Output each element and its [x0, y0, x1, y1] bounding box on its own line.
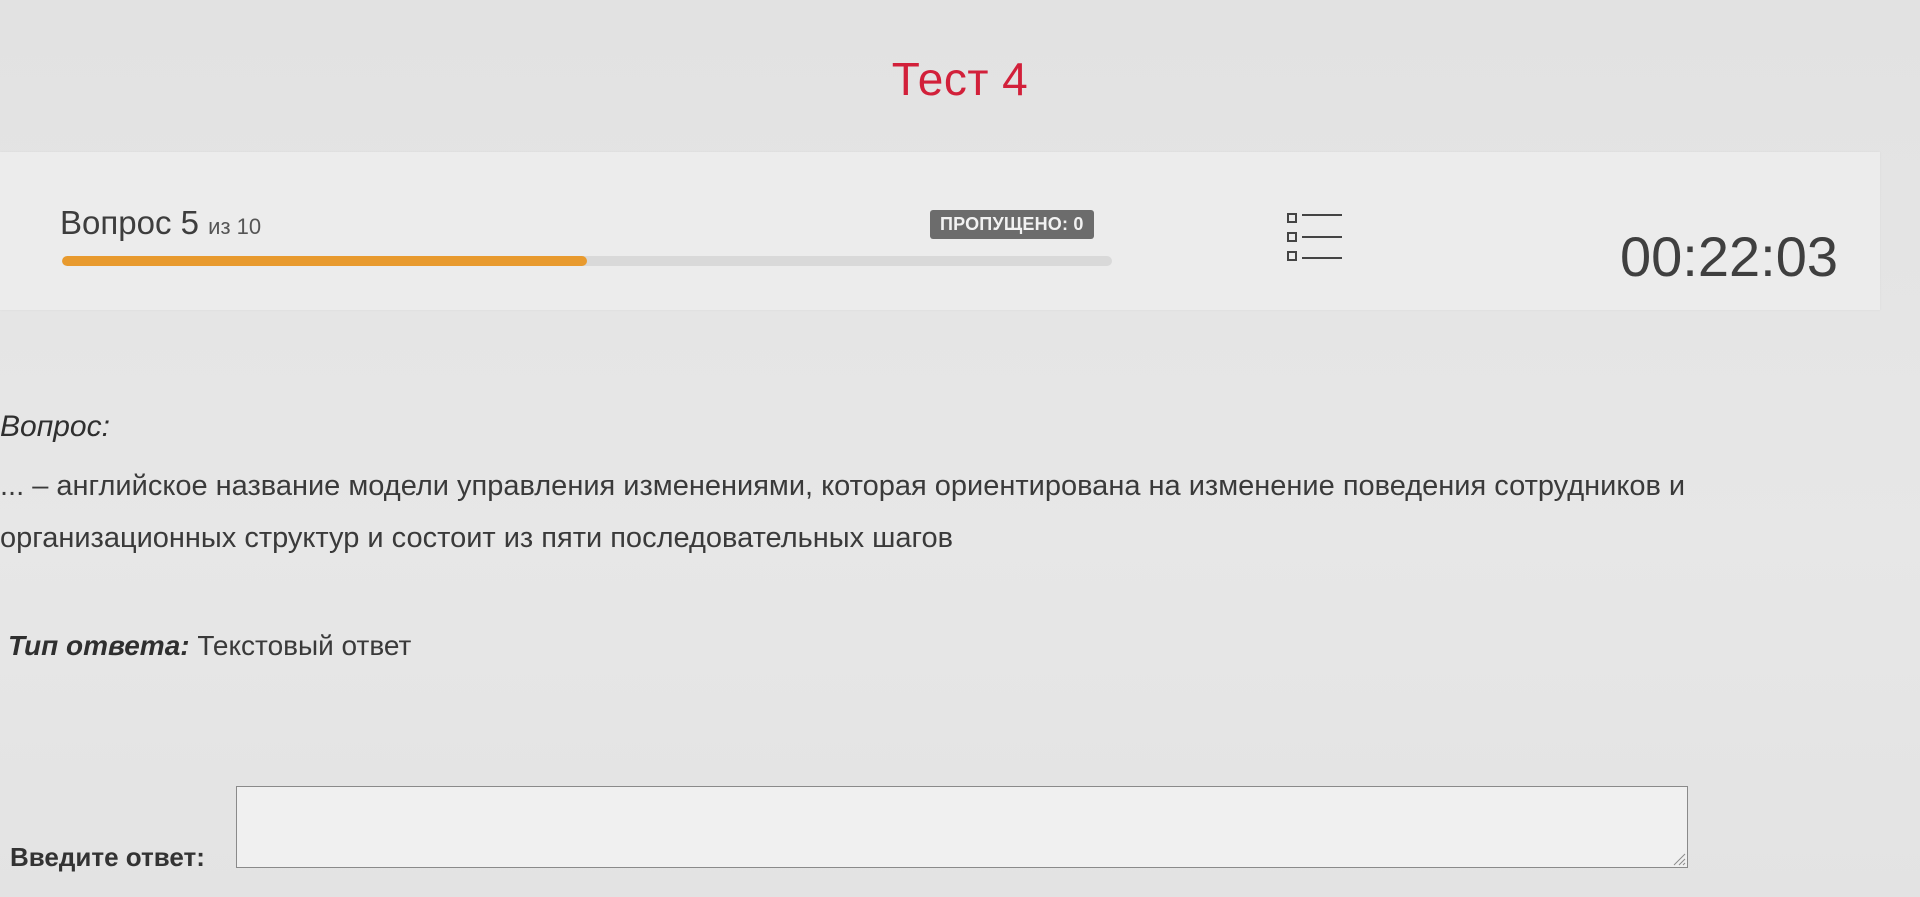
question-text: ... – английское название модели управле…	[0, 470, 1686, 554]
question-counter: Вопрос 5 из 10	[60, 204, 261, 242]
current-question-number: 5	[180, 204, 199, 241]
question-label: Вопрос:	[0, 410, 110, 443]
answer-type-label: Тип ответа:	[8, 630, 190, 661]
countdown-timer: 00:22:03	[1620, 225, 1838, 288]
progress-bar-fill	[62, 256, 587, 266]
skipped-badge[interactable]: ПРОПУЩЕНО: 0	[930, 210, 1094, 239]
answer-type: Тип ответа: Текстовый ответ	[8, 630, 411, 662]
total-questions: из 10	[208, 214, 262, 239]
status-bar: Вопрос 5 из 10 ПРОПУЩЕНО: 0 00:22:03	[0, 152, 1880, 310]
test-page: Тест 4 Вопрос 5 из 10 ПРОПУЩЕНО: 0 00:22…	[0, 0, 1920, 897]
list-icon[interactable]	[1286, 208, 1344, 266]
answer-input[interactable]	[236, 786, 1688, 868]
page-title: Тест 4	[891, 53, 1029, 105]
progress-bar	[62, 256, 1112, 266]
answer-type-value: Текстовый ответ	[197, 630, 412, 661]
question-word: Вопрос	[60, 204, 172, 241]
answer-field-label: Введите ответ:	[10, 842, 205, 872]
resize-grip-icon[interactable]	[1670, 850, 1686, 866]
